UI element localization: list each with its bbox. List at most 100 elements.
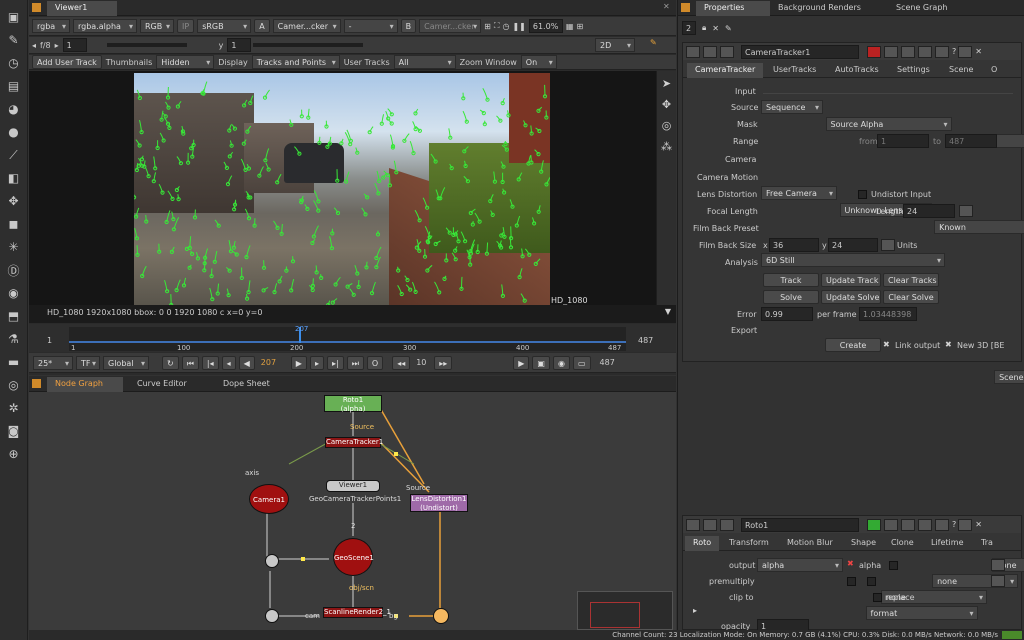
track-button[interactable]: Track bbox=[763, 273, 819, 287]
metadata-icon[interactable]: ⬒ bbox=[4, 306, 24, 326]
zoom-field[interactable]: 61.0% bbox=[528, 19, 563, 33]
pause-icon[interactable]: ❚❚ bbox=[512, 22, 525, 31]
scope-select[interactable]: Global bbox=[103, 355, 149, 370]
tab-properties[interactable]: Properties bbox=[696, 1, 770, 16]
furnace-icon[interactable]: ◎ bbox=[4, 375, 24, 395]
ocula-icon[interactable]: ✲ bbox=[4, 398, 24, 418]
gl-color-icon[interactable] bbox=[884, 45, 898, 58]
range-icon[interactable]: ▭ bbox=[572, 355, 591, 370]
tab-autotracks[interactable]: AutoTracks bbox=[827, 63, 887, 78]
roto-revert-icon[interactable] bbox=[935, 518, 949, 531]
views-icon[interactable]: ◉ bbox=[4, 283, 24, 303]
next-key-icon[interactable]: ▸| bbox=[326, 355, 344, 370]
alpha-channel-select[interactable]: rgba.alpha bbox=[73, 19, 137, 33]
roto-float-icon[interactable] bbox=[958, 518, 973, 531]
input-b-select[interactable]: Camer...cker bbox=[419, 19, 482, 33]
color-picker-icon[interactable]: ✎ bbox=[650, 38, 657, 47]
new-3d-check-icon[interactable]: ✖ bbox=[945, 340, 952, 349]
lock-icon[interactable]: 🔒︎ bbox=[702, 23, 706, 33]
gamma-field[interactable]: 1 bbox=[227, 38, 252, 52]
gain-slider[interactable] bbox=[107, 43, 187, 47]
output-extra-icon[interactable] bbox=[991, 559, 1005, 571]
create-button[interactable]: Create bbox=[825, 338, 881, 352]
help-icon[interactable] bbox=[720, 45, 734, 58]
image-icon[interactable]: ▣ bbox=[4, 7, 24, 27]
first-frame-icon[interactable]: ⏮ bbox=[181, 355, 199, 370]
ip-button[interactable]: IP bbox=[177, 19, 195, 33]
fps-select[interactable]: 25* bbox=[33, 355, 73, 370]
filmsize-curve-icon[interactable] bbox=[881, 239, 895, 251]
node-graph-navigator[interactable] bbox=[577, 591, 673, 630]
node-cameratracker1[interactable]: CameraTracker1 bbox=[325, 437, 383, 448]
clear-solve-button[interactable]: Clear Solve bbox=[883, 290, 939, 304]
tab-transform[interactable]: Transform bbox=[721, 536, 777, 551]
error-field[interactable]: 0.99 bbox=[761, 307, 813, 321]
revert-icon[interactable] bbox=[935, 45, 949, 58]
timeline[interactable]: 1 207 1 100 200 300 400 487 487 bbox=[29, 324, 676, 352]
float-icon[interactable] bbox=[958, 45, 973, 58]
length-field[interactable]: 24 bbox=[903, 204, 955, 218]
nodes-tool-icon[interactable]: ⁂ bbox=[661, 140, 672, 153]
loop-icon[interactable]: O bbox=[366, 355, 384, 370]
play-back-icon[interactable]: ◀ bbox=[238, 355, 255, 370]
float-panels-icon[interactable]: ✎ bbox=[725, 24, 732, 33]
node-name-field[interactable]: CameraTracker1 bbox=[741, 44, 859, 59]
filter-icon[interactable]: ● bbox=[4, 122, 24, 142]
prop-menu-icon[interactable] bbox=[681, 3, 690, 12]
particles-icon[interactable]: ✳ bbox=[4, 237, 24, 257]
color-icon[interactable]: ◕ bbox=[4, 99, 24, 119]
camera-motion-select[interactable]: Free Camera bbox=[761, 186, 837, 200]
dot-node-scan[interactable] bbox=[265, 609, 279, 623]
transform-icon[interactable]: ✥ bbox=[4, 191, 24, 211]
step-forward-icon[interactable]: ▸▸ bbox=[434, 355, 453, 370]
tab-background-renders[interactable]: Background Renders bbox=[770, 1, 878, 16]
tab-tra[interactable]: Tra bbox=[973, 536, 1001, 551]
3d-icon[interactable]: ◼ bbox=[4, 214, 24, 234]
last-frame-icon[interactable]: ⏭ bbox=[346, 355, 364, 370]
help-q-icon[interactable]: ? bbox=[952, 47, 956, 56]
roto-undo-icon[interactable] bbox=[901, 518, 915, 531]
roto-node-icon[interactable] bbox=[703, 518, 717, 531]
bounce-icon[interactable]: ↻ bbox=[162, 355, 179, 370]
premult-extra-icon[interactable] bbox=[991, 575, 1005, 587]
tab-settings[interactable]: Settings bbox=[889, 63, 938, 78]
time-icon[interactable]: ◷ bbox=[4, 53, 24, 73]
display-select[interactable]: RGB bbox=[140, 19, 174, 33]
step-field[interactable]: 10 bbox=[413, 356, 431, 370]
redo-icon[interactable] bbox=[918, 45, 932, 58]
update-solve-button[interactable]: Update Solve bbox=[821, 290, 881, 304]
node-scanlinerender[interactable]: ScanlineRender2_1 bbox=[323, 607, 391, 618]
tab-motion-blur[interactable]: Motion Blur bbox=[779, 536, 841, 551]
undo-icon[interactable] bbox=[901, 45, 915, 58]
prev-key-icon[interactable]: |◂ bbox=[201, 355, 219, 370]
viewer-canvas[interactable]: HD_1080 bbox=[29, 71, 656, 305]
timeline-track[interactable]: 207 1 100 200 300 400 487 bbox=[69, 325, 626, 352]
per-frame-field[interactable]: 1.03448398 bbox=[859, 307, 917, 321]
close-viewer-icon[interactable]: ✕ bbox=[663, 2, 670, 11]
zoom-window-select[interactable]: On bbox=[520, 55, 557, 69]
source-select[interactable]: Sequence bbox=[761, 100, 823, 114]
thumbnails-select[interactable]: Hidden bbox=[156, 55, 215, 69]
roto-color-icon[interactable] bbox=[867, 518, 881, 531]
tab-viewer1[interactable]: Viewer1 bbox=[47, 1, 117, 16]
user-tracks-select[interactable]: All bbox=[393, 55, 456, 69]
next-frame-icon[interactable]: ▸ bbox=[309, 355, 324, 370]
fstop-arrow-icon[interactable]: ◂ bbox=[32, 41, 36, 50]
gamma-slider[interactable] bbox=[253, 43, 363, 47]
tab-clone[interactable]: Clone bbox=[883, 536, 922, 551]
roto-close-icon[interactable]: ✕ bbox=[975, 520, 982, 529]
cache-icon[interactable]: ▣ bbox=[532, 355, 550, 370]
clear-tracks-button[interactable]: Clear Tracks bbox=[883, 273, 939, 287]
add-user-track-button[interactable]: Add User Track bbox=[32, 55, 102, 69]
tab-output[interactable]: O bbox=[983, 63, 1005, 78]
from-field[interactable]: 1 bbox=[877, 134, 929, 148]
render-icon[interactable]: ◉ bbox=[552, 355, 570, 370]
roto-collapse-icon[interactable] bbox=[686, 518, 700, 531]
deep-icon[interactable]: Ⓓ bbox=[4, 260, 24, 280]
fstop-arrow-right-icon[interactable]: ▸ bbox=[55, 41, 59, 50]
focal-length-select[interactable]: Known bbox=[934, 220, 1024, 234]
target-tool-icon[interactable]: ◎ bbox=[662, 119, 672, 132]
channels-select[interactable]: rgba bbox=[32, 19, 70, 33]
film-back-preset-select[interactable]: 6D Still bbox=[761, 253, 945, 267]
expand-arrow-icon[interactable]: ▸ bbox=[693, 606, 697, 615]
